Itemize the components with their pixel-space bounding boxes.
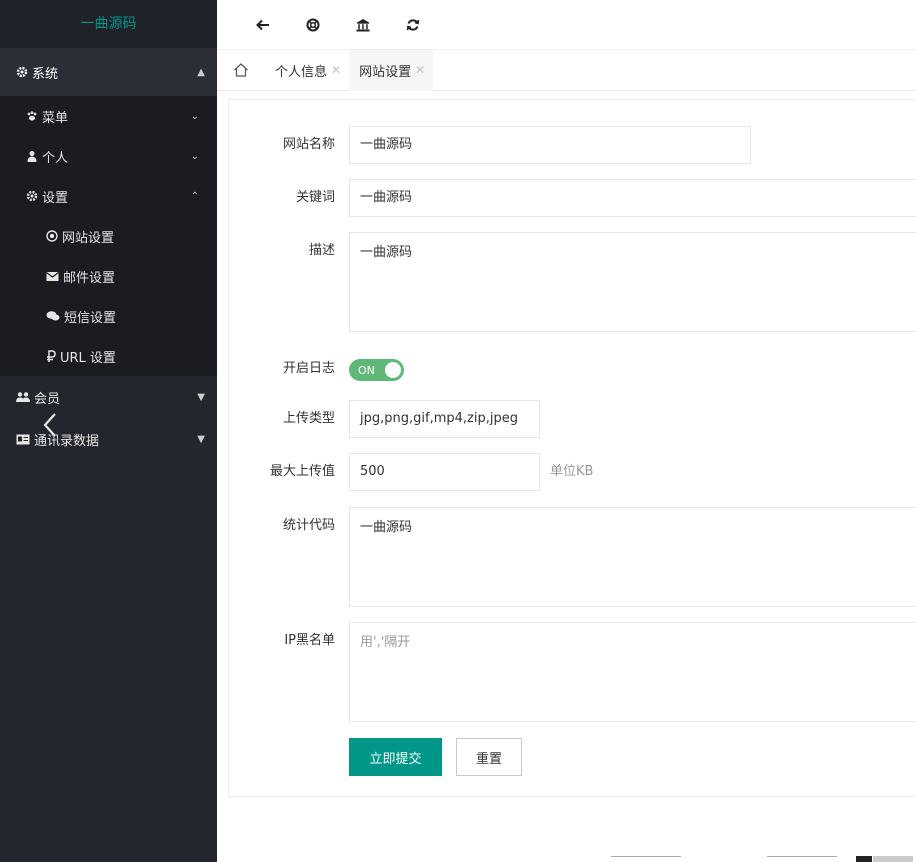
ip-blacklist-label: IP黑名单 (284, 633, 335, 648)
sidebar-item-label: 邮件设置 (63, 270, 116, 286)
caret-down-icon: ▼ (197, 433, 205, 445)
unit-text: 单位KB (550, 464, 594, 479)
sidebar-item-label: 会员 (34, 391, 61, 407)
collapse-sidebar-icon[interactable] (40, 410, 60, 440)
card-icon (16, 434, 30, 444)
sidebar-item-label: 系统 (32, 66, 59, 82)
sidebar-item-menu[interactable]: 菜单 ⌄ (0, 96, 217, 136)
upload-types-label: 上传类型 (282, 411, 335, 426)
ip-blacklist-textarea[interactable]: 用','隔开 (349, 622, 916, 722)
switch-knob (385, 362, 401, 378)
stats-code-textarea[interactable]: 一曲源码 (349, 507, 916, 607)
close-icon[interactable]: ✕ (331, 63, 341, 77)
row-upload-types: 上传类型 jpg,png,gif,mp4,zip,jpeg (229, 400, 540, 438)
sidebar-item-label: 网站设置 (62, 230, 115, 246)
chevron-down-icon: ⌄ (190, 150, 199, 162)
sidebar-item-contacts[interactable]: 通讯录数据 ▼ (0, 418, 217, 460)
envelope-icon (46, 271, 59, 281)
paw-icon (27, 111, 37, 121)
lifebuoy-icon[interactable] (305, 17, 321, 33)
sidebar-item-sms-settings[interactable]: 短信设置 (0, 296, 217, 336)
description-textarea[interactable]: 一曲源码 (349, 232, 916, 332)
submit-button[interactable]: 立即提交 (349, 738, 442, 776)
site-name-input[interactable]: 一曲源码 (349, 126, 751, 164)
ruble-icon (47, 350, 56, 362)
target-icon (46, 230, 58, 242)
row-log: 开启日志 ON (229, 350, 404, 388)
refresh-icon[interactable] (405, 17, 421, 33)
back-arrow-icon[interactable] (255, 17, 271, 33)
tab-site-settings[interactable]: 网站设置 ✕ (349, 49, 434, 91)
gear-icon (16, 66, 28, 78)
chevron-up-icon: ⌃ (190, 190, 199, 202)
sidebar-item-label: URL 设置 (60, 350, 116, 366)
sidebar-item-url-settings[interactable]: URL 设置 (0, 336, 217, 376)
row-stats-code: 统计代码 一曲源码 (229, 507, 916, 607)
caret-down-icon: ▼ (197, 391, 205, 403)
tab-bar: 个人信息 ✕ 网站设置 ✕ (217, 49, 916, 91)
users-icon (16, 392, 30, 402)
sidebar-item-label: 设置 (42, 190, 69, 206)
log-toggle[interactable]: ON (349, 359, 404, 381)
form-actions: 立即提交 重置 (349, 738, 522, 776)
chevron-down-icon: ⌄ (190, 110, 199, 122)
max-upload-input[interactable]: 500 (349, 453, 540, 491)
sidebar-item-mail-settings[interactable]: 邮件设置 (0, 256, 217, 296)
row-site-name: 网站名称 一曲源码 (229, 126, 751, 164)
caret-up-icon: ▲ (197, 66, 205, 78)
sidebar-item-site-settings[interactable]: 网站设置 (0, 216, 217, 256)
system-submenu: 菜单 ⌄ 个人 ⌄ 设置 ⌃ 网站设置 邮件设置 短信设置 URL 设置 (0, 96, 217, 376)
log-label: 开启日志 (282, 361, 335, 376)
sidebar-item-label: 菜单 (42, 110, 69, 126)
row-keywords: 关键词 一曲源码 (229, 179, 916, 217)
chat-icon (46, 311, 60, 321)
sidebar-item-label: 个人 (42, 150, 69, 166)
keywords-label: 关键词 (295, 190, 335, 205)
logo[interactable]: 一曲源码 (0, 0, 217, 48)
pagination-edge (611, 856, 913, 862)
tab-home[interactable] (217, 50, 265, 91)
row-max-upload: 最大上传值 500 单位KB (229, 453, 593, 491)
description-label: 描述 (308, 243, 335, 258)
reset-button[interactable]: 重置 (456, 738, 522, 776)
settings-form: 网站名称 一曲源码 关键词 一曲源码 描述 一曲源码 开启日志 ON 上传类型 … (228, 99, 916, 797)
sidebar-item-settings[interactable]: 设置 ⌃ (0, 176, 217, 216)
sidebar-item-label: 短信设置 (64, 310, 117, 326)
tab-label: 个人信息 (275, 64, 328, 80)
close-icon[interactable]: ✕ (415, 63, 425, 77)
max-upload-label: 最大上传值 (269, 464, 335, 479)
tab-personal-info[interactable]: 个人信息 ✕ (265, 50, 349, 91)
user-icon (27, 151, 37, 162)
bank-icon[interactable] (355, 17, 371, 33)
row-description: 描述 一曲源码 (229, 232, 916, 332)
row-ip-blacklist: IP黑名单 用','隔开 (229, 622, 916, 722)
top-toolbar (217, 0, 916, 50)
keywords-input[interactable]: 一曲源码 (349, 179, 916, 217)
stats-code-label: 统计代码 (282, 518, 335, 533)
sidebar-item-system[interactable]: 系统 ▲ (0, 48, 217, 96)
sidebar: 一曲源码 系统 ▲ 菜单 ⌄ 个人 ⌄ 设置 ⌃ 网站设置 邮件设置 短信设置 … (0, 0, 217, 862)
home-icon (234, 63, 248, 77)
tab-label: 网站设置 (359, 64, 412, 80)
sidebar-item-members[interactable]: 会员 ▼ (0, 376, 217, 418)
site-name-label: 网站名称 (282, 137, 335, 152)
switch-text: ON (358, 363, 375, 377)
gear-icon (26, 190, 38, 202)
sidebar-item-personal[interactable]: 个人 ⌄ (0, 136, 217, 176)
upload-types-input[interactable]: jpg,png,gif,mp4,zip,jpeg (349, 400, 540, 438)
